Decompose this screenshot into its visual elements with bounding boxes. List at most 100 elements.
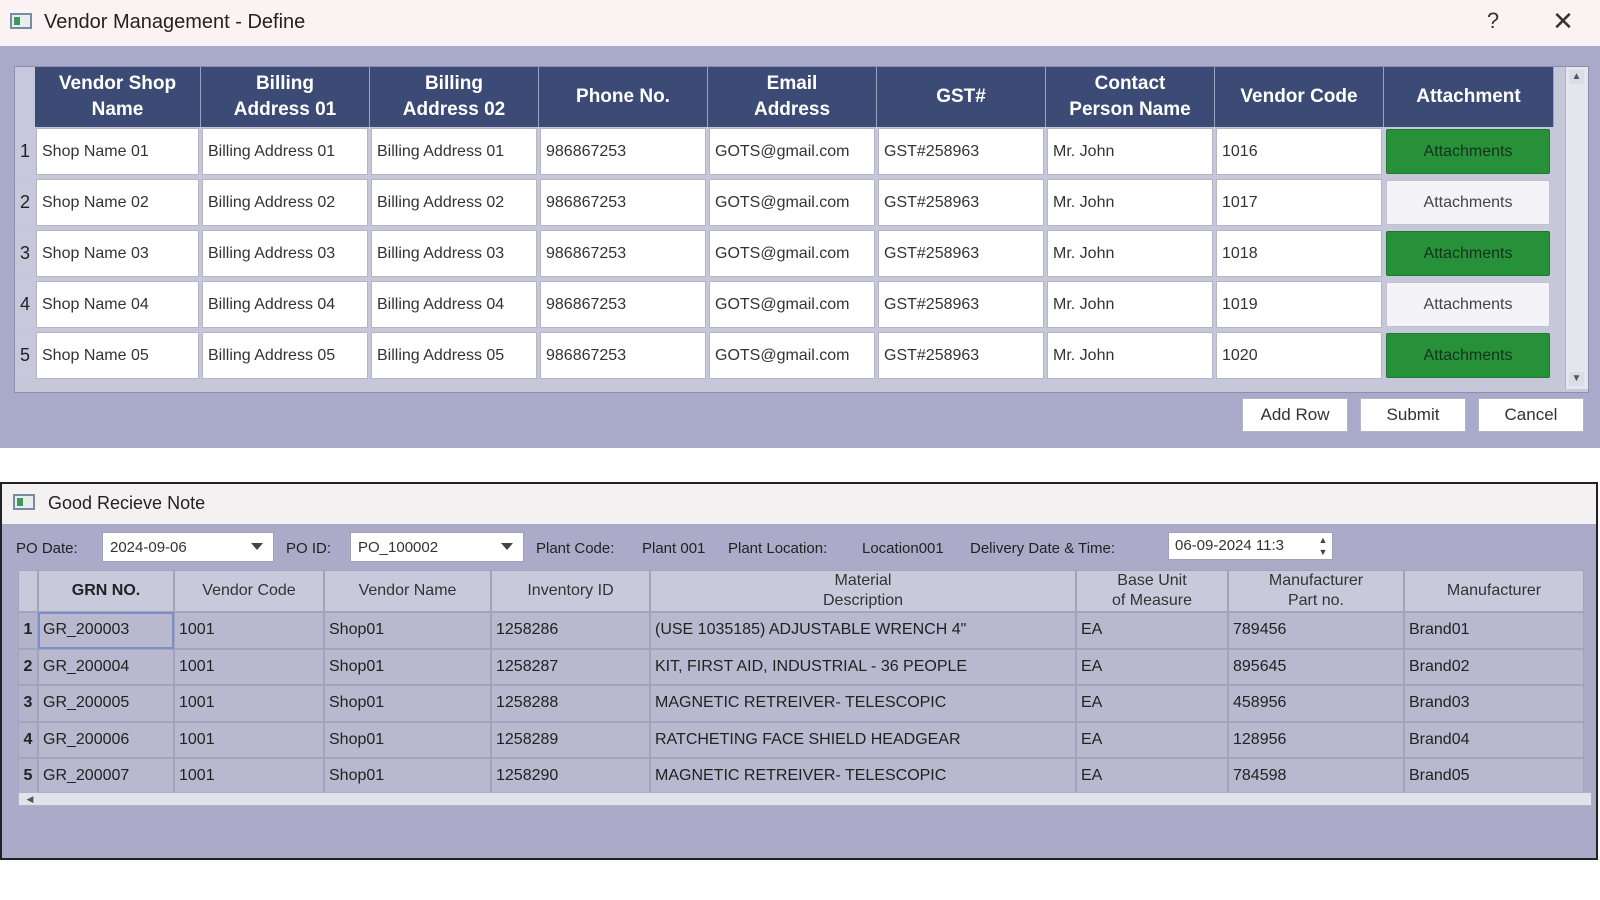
billing-address-02-cell[interactable]: Billing Address 05 bbox=[371, 332, 537, 379]
grn-no-cell[interactable]: GR_200007 bbox=[38, 758, 174, 795]
inventory-id-cell[interactable]: 1258288 bbox=[491, 685, 650, 722]
header-vendor-code[interactable]: Vendor Code bbox=[174, 570, 324, 612]
submit-button[interactable]: Submit bbox=[1360, 398, 1466, 432]
row-number[interactable]: 5 bbox=[18, 758, 38, 795]
header-vendor-shop-name[interactable]: Vendor Shop Name bbox=[35, 67, 201, 127]
row-number[interactable]: 4 bbox=[18, 721, 38, 758]
email-cell[interactable]: GOTS@gmail.com bbox=[709, 281, 875, 328]
inventory-id-cell[interactable]: 1258287 bbox=[491, 648, 650, 685]
manufacturer-cell[interactable]: Brand01 bbox=[1404, 612, 1584, 649]
shop-name-cell[interactable]: Shop Name 02 bbox=[36, 179, 199, 226]
shop-name-cell[interactable]: Shop Name 01 bbox=[36, 128, 199, 175]
manufacturer-part-cell[interactable]: 789456 bbox=[1228, 612, 1404, 649]
gst-cell[interactable]: GST#258963 bbox=[878, 332, 1044, 379]
billing-address-02-cell[interactable]: Billing Address 03 bbox=[371, 230, 537, 277]
phone-cell[interactable]: 986867253 bbox=[540, 128, 706, 175]
gst-cell[interactable]: GST#258963 bbox=[878, 230, 1044, 277]
vendor-name-cell[interactable]: Shop01 bbox=[324, 612, 491, 649]
uom-cell[interactable]: EA bbox=[1076, 758, 1228, 795]
gst-cell[interactable]: GST#258963 bbox=[878, 128, 1044, 175]
billing-address-01-cell[interactable]: Billing Address 03 bbox=[202, 230, 368, 277]
vendor-code-cell[interactable]: 1001 bbox=[174, 612, 324, 649]
attachments-button[interactable]: Attachments bbox=[1386, 231, 1550, 276]
chevron-down-icon[interactable] bbox=[501, 543, 513, 550]
header-attachment[interactable]: Attachment bbox=[1384, 67, 1554, 127]
delivery-datetime-spinbox[interactable]: 06-09-2024 11:3 ▲ ▼ bbox=[1168, 532, 1333, 560]
vendor-name-cell[interactable]: Shop01 bbox=[324, 758, 491, 795]
close-icon[interactable]: ✕ bbox=[1548, 6, 1578, 37]
vendor-code-cell[interactable]: 1001 bbox=[174, 721, 324, 758]
email-cell[interactable]: GOTS@gmail.com bbox=[709, 230, 875, 277]
row-number[interactable]: 4 bbox=[15, 280, 35, 329]
grn-no-cell[interactable]: GR_200004 bbox=[38, 648, 174, 685]
header-grn-no[interactable]: GRN NO. bbox=[38, 570, 174, 612]
email-cell[interactable]: GOTS@gmail.com bbox=[709, 179, 875, 226]
uom-cell[interactable]: EA bbox=[1076, 685, 1228, 722]
spin-up-icon[interactable]: ▲ bbox=[1316, 534, 1330, 546]
manufacturer-cell[interactable]: Brand03 bbox=[1404, 685, 1584, 722]
header-manufacturer[interactable]: Manufacturer bbox=[1404, 570, 1584, 612]
attachments-button[interactable]: Attachments bbox=[1386, 333, 1550, 378]
gst-cell[interactable]: GST#258963 bbox=[878, 179, 1044, 226]
manufacturer-cell[interactable]: Brand02 bbox=[1404, 648, 1584, 685]
material-description-cell[interactable]: (USE 1035185) ADJUSTABLE WRENCH 4" bbox=[650, 612, 1076, 649]
shop-name-cell[interactable]: Shop Name 03 bbox=[36, 230, 199, 277]
inventory-id-cell[interactable]: 1258286 bbox=[491, 612, 650, 649]
scroll-down-icon[interactable]: ▼ bbox=[1569, 372, 1584, 386]
inventory-id-cell[interactable]: 1258289 bbox=[491, 721, 650, 758]
material-description-cell[interactable]: KIT, FIRST AID, INDUSTRIAL - 36 PEOPLE bbox=[650, 648, 1076, 685]
contact-person-cell[interactable]: Mr. John bbox=[1047, 332, 1213, 379]
header-gst[interactable]: GST# bbox=[877, 67, 1046, 127]
phone-cell[interactable]: 986867253 bbox=[540, 281, 706, 328]
attachments-button[interactable]: Attachments bbox=[1386, 129, 1550, 174]
add-row-button[interactable]: Add Row bbox=[1242, 398, 1348, 432]
header-manufacturer-part-no[interactable]: Manufacturer Part no. bbox=[1228, 570, 1404, 612]
manufacturer-part-cell[interactable]: 895645 bbox=[1228, 648, 1404, 685]
help-icon[interactable]: ? bbox=[1478, 8, 1508, 34]
header-billing-address-02[interactable]: Billing Address 02 bbox=[370, 67, 539, 127]
manufacturer-cell[interactable]: Brand04 bbox=[1404, 721, 1584, 758]
material-description-cell[interactable]: RATCHETING FACE SHIELD HEADGEAR bbox=[650, 721, 1076, 758]
contact-person-cell[interactable]: Mr. John bbox=[1047, 230, 1213, 277]
row-number[interactable]: 1 bbox=[15, 127, 35, 176]
contact-person-cell[interactable]: Mr. John bbox=[1047, 179, 1213, 226]
billing-address-02-cell[interactable]: Billing Address 04 bbox=[371, 281, 537, 328]
vendor-name-cell[interactable]: Shop01 bbox=[324, 685, 491, 722]
grn-no-cell[interactable]: GR_200003 bbox=[38, 612, 174, 649]
spin-down-icon[interactable]: ▼ bbox=[1316, 546, 1330, 558]
header-phone-no[interactable]: Phone No. bbox=[539, 67, 708, 127]
header-contact-person-name[interactable]: Contact Person Name bbox=[1046, 67, 1215, 127]
scroll-left-icon[interactable]: ◀ bbox=[21, 793, 39, 805]
row-number[interactable]: 3 bbox=[18, 685, 38, 722]
billing-address-01-cell[interactable]: Billing Address 02 bbox=[202, 179, 368, 226]
vendor-name-cell[interactable]: Shop01 bbox=[324, 721, 491, 758]
cancel-button[interactable]: Cancel bbox=[1478, 398, 1584, 432]
material-description-cell[interactable]: MAGNETIC RETREIVER- TELESCOPIC bbox=[650, 758, 1076, 795]
manufacturer-cell[interactable]: Brand05 bbox=[1404, 758, 1584, 795]
attachments-button[interactable]: Attachments bbox=[1386, 282, 1550, 327]
po-date-select[interactable]: 2024-09-06 bbox=[102, 532, 274, 562]
manufacturer-part-cell[interactable]: 458956 bbox=[1228, 685, 1404, 722]
row-number[interactable]: 3 bbox=[15, 229, 35, 278]
horizontal-scrollbar[interactable]: ◀ bbox=[18, 792, 1592, 806]
vendor-code-cell[interactable]: 1016 bbox=[1216, 128, 1382, 175]
shop-name-cell[interactable]: Shop Name 05 bbox=[36, 332, 199, 379]
phone-cell[interactable]: 986867253 bbox=[540, 230, 706, 277]
vendor-code-cell[interactable]: 1017 bbox=[1216, 179, 1382, 226]
manufacturer-part-cell[interactable]: 128956 bbox=[1228, 721, 1404, 758]
billing-address-01-cell[interactable]: Billing Address 04 bbox=[202, 281, 368, 328]
uom-cell[interactable]: EA bbox=[1076, 612, 1228, 649]
header-vendor-code[interactable]: Vendor Code bbox=[1215, 67, 1384, 127]
header-billing-address-01[interactable]: Billing Address 01 bbox=[201, 67, 370, 127]
row-number[interactable]: 2 bbox=[18, 648, 38, 685]
email-cell[interactable]: GOTS@gmail.com bbox=[709, 332, 875, 379]
scroll-up-icon[interactable]: ▲ bbox=[1569, 70, 1584, 84]
shop-name-cell[interactable]: Shop Name 04 bbox=[36, 281, 199, 328]
vendor-code-cell[interactable]: 1018 bbox=[1216, 230, 1382, 277]
row-number[interactable]: 1 bbox=[18, 612, 38, 649]
vendor-code-cell[interactable]: 1001 bbox=[174, 758, 324, 795]
po-id-select[interactable]: PO_100002 bbox=[350, 532, 524, 562]
attachments-button[interactable]: Attachments bbox=[1386, 180, 1550, 225]
uom-cell[interactable]: EA bbox=[1076, 648, 1228, 685]
chevron-down-icon[interactable] bbox=[251, 543, 263, 550]
